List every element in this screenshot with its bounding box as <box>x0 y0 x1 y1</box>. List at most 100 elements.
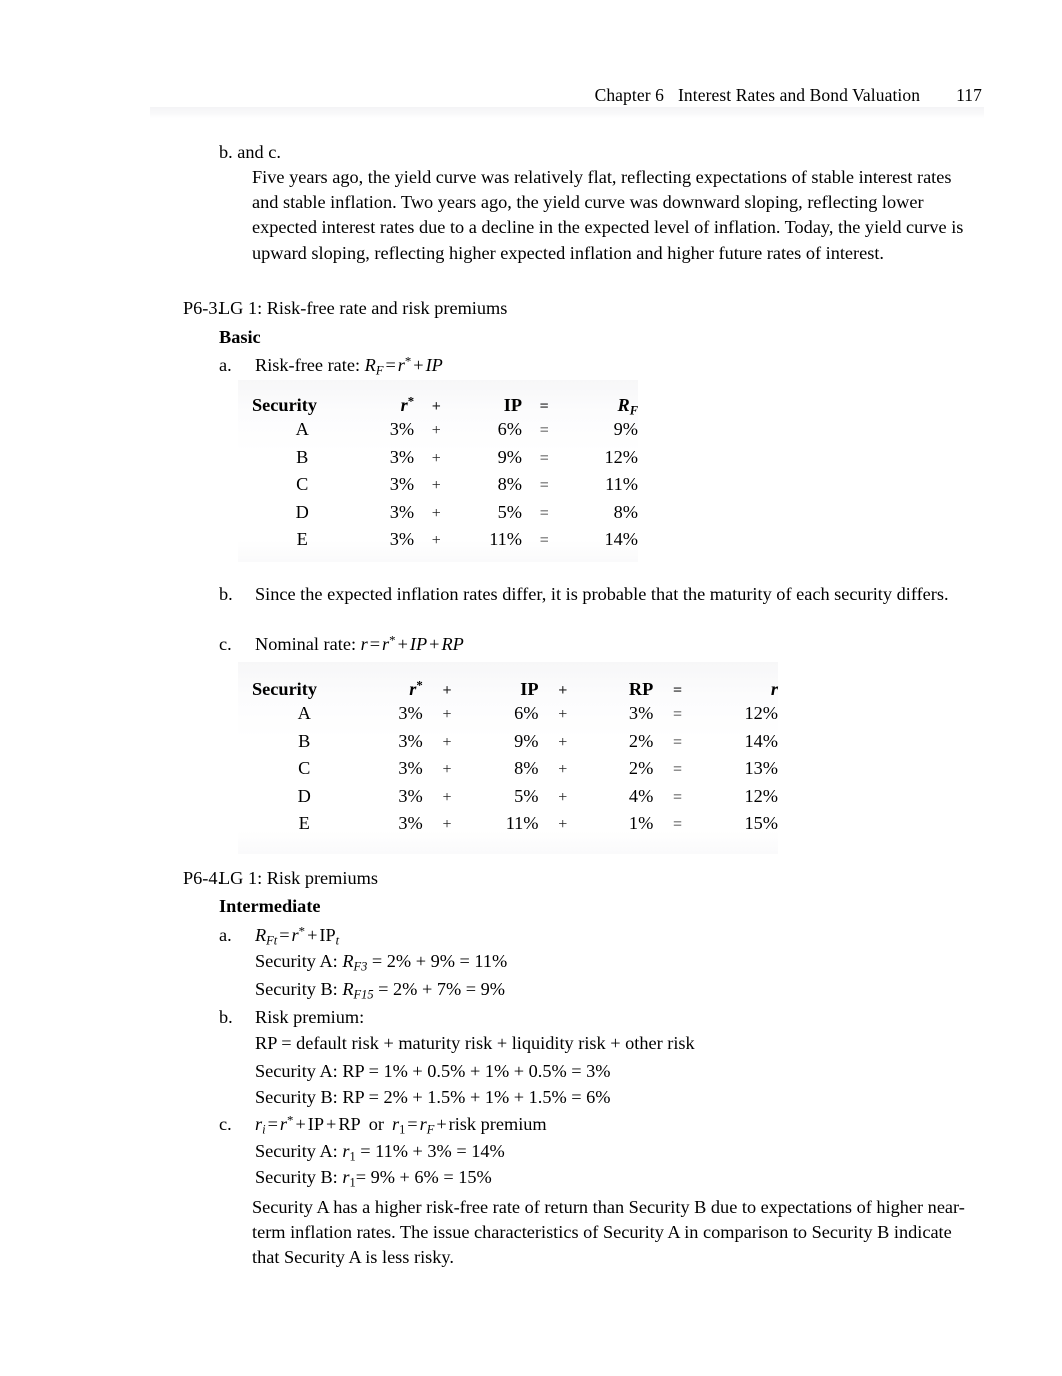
formula-ip-symbol: IP <box>409 634 428 654</box>
cell-op-plus: + <box>431 477 441 494</box>
problem-label-p6-3: P6-3. <box>183 298 223 318</box>
formula-rft-subscript: Ft <box>266 933 278 948</box>
formula-equals-1: = <box>267 1114 278 1134</box>
formula-rft-symbol: R <box>255 925 267 945</box>
formula-equals: = <box>369 634 381 654</box>
cell-op-plus-1: + <box>442 706 452 723</box>
line-rest: = 9% + 6% = 15% <box>355 1167 492 1187</box>
cell-r: 13% <box>744 758 778 778</box>
cell-r: 12% <box>744 785 778 806</box>
cell-op-plus-1: + <box>442 733 452 751</box>
cell-r-star: 3% <box>398 813 423 833</box>
col-header-op-equals: = <box>539 398 549 415</box>
table-row: A 3% + 6% + 3% = 12% <box>252 703 778 731</box>
table-nominal-head: Security r* + IP + RP = r <box>252 668 778 703</box>
cell-ip: 6% <box>497 419 523 439</box>
table-row: C 3% + 8% + 2% = 13% <box>252 758 778 786</box>
cell-rf: 14% <box>604 529 638 549</box>
cell-op-plus-1: + <box>442 816 452 833</box>
formula-plus-1: + <box>295 1114 306 1134</box>
formula-nominal-and-risk-premium: ri = r* + IP + RP or r1 = rF + risk premium <box>255 1112 547 1137</box>
p6-4-a-line-security-b: Security B: RF15 = 2% + 7% = 9% <box>255 977 505 1002</box>
col-header-security: Security <box>252 395 317 415</box>
col-header-r-star: r* <box>409 678 423 699</box>
formula-plus-2: + <box>429 634 440 654</box>
formula-plus-3: + <box>436 1114 447 1134</box>
item-text-p6-3-b: Since the expected inflation rates diffe… <box>255 584 949 604</box>
col-header-op-plus-1: + <box>442 682 452 699</box>
cell-op-plus-2: + <box>558 788 568 806</box>
problem-title-p6-3: LG 1: Risk-free rate and risk premiums <box>219 298 508 318</box>
cell-rp: 2% <box>628 758 654 778</box>
formula-nominal-rate: r = r* + IP + RP <box>361 634 464 654</box>
col-header-op-equals: = <box>673 682 683 699</box>
risk-premium-definition: RP = default risk + maturity risk + liqu… <box>255 1033 695 1053</box>
cell-security: E <box>298 813 310 833</box>
cell-op-plus: + <box>431 504 441 522</box>
cell-op-equals: = <box>539 532 549 549</box>
cell-op-plus: + <box>431 422 441 439</box>
col-header-security: Security <box>252 679 317 699</box>
cell-rp: 1% <box>628 813 654 833</box>
line-prefix: Security A: <box>255 951 343 971</box>
cell-ip: 6% <box>514 703 539 723</box>
formula-r-symbol: r <box>397 355 405 375</box>
formula-plus-2: + <box>326 1114 337 1134</box>
formula-risk-free-rate: RF = r* + IP <box>364 355 443 377</box>
cell-r: 12% <box>744 703 778 723</box>
item-marker-p6-4-a: a. <box>219 925 232 945</box>
cell-security: A <box>297 703 311 723</box>
table-nominal-header-row: Security r* + IP + RP = r <box>252 668 778 703</box>
cell-ip: 5% <box>497 501 523 522</box>
cell-ip: 11% <box>489 529 523 549</box>
cell-security: D <box>295 501 309 522</box>
table-risk-free-rate-wrapper: Security r* + IP = RF A 3% + 6% = 9% B 3… <box>238 380 638 562</box>
cell-r-star: 3% <box>389 474 415 494</box>
formula-or-connector: or <box>368 1114 384 1134</box>
line-rest: = 2% + 9% = 11% <box>367 951 508 971</box>
cell-op-plus-2: + <box>558 816 568 833</box>
table-rf-head: Security r* + IP = RF <box>252 384 638 419</box>
formula-ip-symbol: IP <box>319 925 336 945</box>
cell-op-plus-1: + <box>442 788 452 806</box>
cell-op-plus: + <box>431 449 441 467</box>
line-subscript: F3 <box>353 959 368 974</box>
table-rf-body: A 3% + 6% = 9% B 3% + 9% = 12% C 3% + 8%… <box>252 419 638 557</box>
cell-r: 15% <box>744 813 778 833</box>
problem-title-p6-4: LG 1: Risk premiums <box>219 868 378 888</box>
formula-plus: + <box>307 925 318 945</box>
formula-rf-symbol: R <box>364 355 376 375</box>
header-rule <box>150 107 984 118</box>
formula-equals-2: = <box>407 1114 418 1134</box>
cell-op-equals: = <box>539 422 549 439</box>
formula-r-symbol: r <box>291 925 299 945</box>
cell-security: C <box>296 474 309 494</box>
cell-ip: 5% <box>514 785 539 806</box>
cell-security: C <box>298 758 311 778</box>
cell-r-star: 3% <box>389 501 415 522</box>
col-header-ip: IP <box>520 679 539 699</box>
line-prefix: Security A: <box>255 1141 343 1161</box>
cell-op-plus-2: + <box>558 706 568 723</box>
line-prefix: Security B: <box>255 979 343 999</box>
cell-r: 14% <box>744 730 778 751</box>
cell-security: D <box>297 785 311 806</box>
p6-4-b-line-security-b: Security B: RP = 2% + 1.5% + 1% + 1.5% =… <box>255 1087 611 1107</box>
item-marker-p6-3-a: a. <box>219 355 232 375</box>
cell-rp: 2% <box>628 730 654 751</box>
formula-r1-symbol: r <box>391 1114 400 1134</box>
cell-ip: 11% <box>505 813 539 833</box>
problem-label-p6-4: P6-4. <box>183 868 223 888</box>
formula-rp-symbol: RP <box>441 634 464 654</box>
cell-r-star: 3% <box>389 446 415 467</box>
cell-security: B <box>298 730 311 751</box>
item-marker-p6-4-c: c. <box>219 1114 232 1134</box>
formula-r-symbol: r <box>279 1114 288 1134</box>
cell-op-equals: = <box>673 733 683 751</box>
difficulty-p6-4: Intermediate <box>219 896 321 916</box>
table-row: B 3% + 9% + 2% = 14% <box>252 731 778 759</box>
col-header-r-star: r* <box>400 394 415 415</box>
p6-4-c-line-security-a: Security A: r1 = 11% + 3% = 14% <box>255 1139 505 1164</box>
formula-r-lhs: r <box>360 634 368 654</box>
difficulty-p6-3: Basic <box>219 327 261 347</box>
